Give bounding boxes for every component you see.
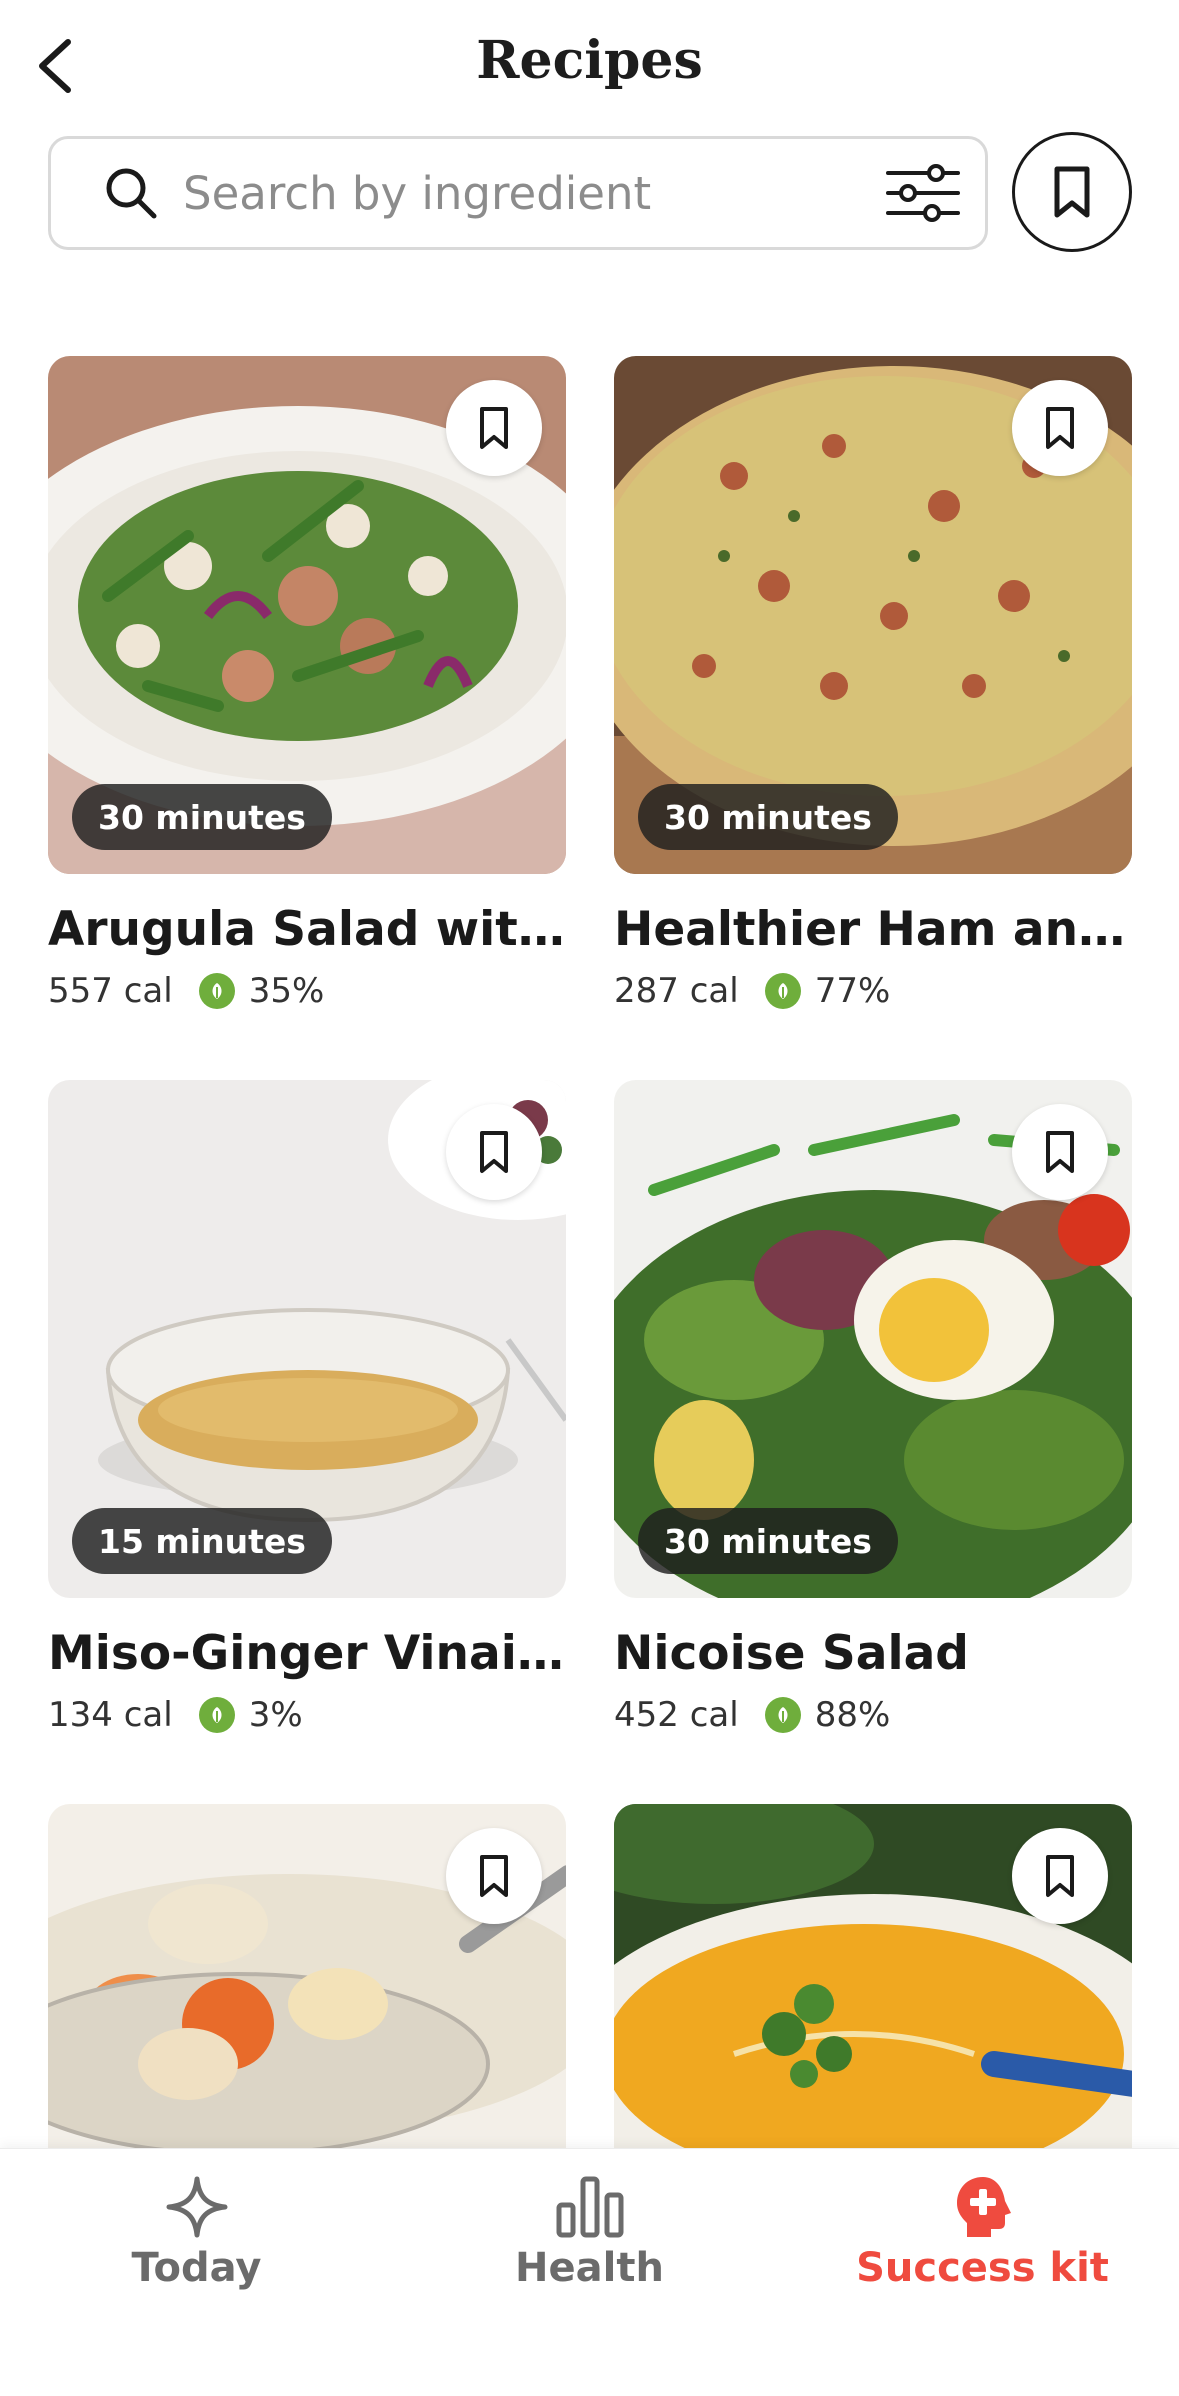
sparkle-icon: [162, 2175, 232, 2239]
health-score-icon: [764, 973, 801, 1009]
recipe-title: Miso-Ginger Vinaigr...: [48, 1626, 566, 1681]
recipe-photo: 15 minutes: [48, 1080, 566, 1598]
health-score: 88%: [814, 1695, 891, 1735]
saved-recipes-button[interactable]: [1012, 132, 1132, 252]
recipe-card[interactable]: 30 minutes Arugula Salad with... 557 cal…: [48, 356, 566, 1011]
health-score-icon: [198, 1697, 235, 1733]
cook-time-badge: 30 minutes: [638, 784, 898, 850]
cook-time-badge: 15 minutes: [72, 1508, 332, 1574]
recipe-title: Nicoise Salad: [614, 1626, 969, 1681]
calories: 452 cal: [614, 1695, 739, 1735]
search-icon: [101, 163, 161, 223]
bookmark-button[interactable]: [1012, 1104, 1108, 1200]
recipe-card[interactable]: 30 minutes Nicoise Salad 452 cal 88%: [614, 1080, 1132, 1735]
header: Recipes: [0, 0, 1179, 130]
tab-health[interactable]: Health: [393, 2175, 786, 2295]
bookmark-icon: [1046, 1131, 1074, 1173]
bookmark-button[interactable]: [1012, 380, 1108, 476]
bookmark-icon: [1046, 1855, 1074, 1897]
head-plus-icon: [948, 2175, 1018, 2239]
health-score: 77%: [814, 971, 891, 1011]
tab-label: Health: [515, 2245, 664, 2291]
search-input[interactable]: [183, 166, 883, 220]
filter-sliders-icon[interactable]: [883, 153, 963, 233]
bookmark-button[interactable]: [1012, 1828, 1108, 1924]
health-score-icon: [764, 1697, 801, 1733]
bookmark-icon: [1046, 407, 1074, 449]
bookmark-icon: [480, 407, 508, 449]
bar-chart-icon: [555, 2175, 625, 2239]
bottom-tab-bar: Today Health Success kit: [0, 2148, 1179, 2396]
search-bar[interactable]: [48, 136, 988, 250]
recipe-photo: 30 minutes: [48, 356, 566, 874]
recipe-meta: 134 cal 3%: [48, 1695, 566, 1735]
health-score: 35%: [248, 971, 325, 1011]
recipe-card[interactable]: 15 minutes Miso-Ginger Vinaigr... 134 ca…: [48, 1080, 566, 1735]
calories: 134 cal: [48, 1695, 173, 1735]
calories: 287 cal: [614, 971, 739, 1011]
recipe-meta: 287 cal 77%: [614, 971, 1132, 1011]
recipe-photo: 30 minutes: [614, 356, 1132, 874]
bookmark-button[interactable]: [446, 1828, 542, 1924]
cook-time-badge: 30 minutes: [638, 1508, 898, 1574]
health-score-icon: [198, 973, 235, 1009]
recipe-meta: 557 cal 35%: [48, 971, 566, 1011]
tab-today[interactable]: Today: [0, 2175, 393, 2295]
health-score: 3%: [248, 1695, 303, 1735]
recipe-card[interactable]: 30 minutes Healthier Ham and... 287 cal …: [614, 356, 1132, 1011]
calories: 557 cal: [48, 971, 173, 1011]
recipe-photo: 30 minutes: [614, 1080, 1132, 1598]
bookmark-button[interactable]: [446, 380, 542, 476]
tab-success-kit[interactable]: Success kit: [786, 2175, 1179, 2295]
cook-time-badge: 30 minutes: [72, 784, 332, 850]
tab-label: Success kit: [856, 2245, 1109, 2291]
bookmark-icon: [480, 1131, 508, 1173]
bookmark-icon: [1054, 166, 1090, 218]
bookmark-icon: [480, 1855, 508, 1897]
recipe-title: Arugula Salad with...: [48, 902, 566, 957]
tab-label: Today: [131, 2245, 262, 2291]
bookmark-button[interactable]: [446, 1104, 542, 1200]
page-title: Recipes: [476, 30, 703, 91]
recipe-meta: 452 cal 88%: [614, 1695, 1132, 1735]
recipe-title: Healthier Ham and...: [614, 902, 1132, 957]
